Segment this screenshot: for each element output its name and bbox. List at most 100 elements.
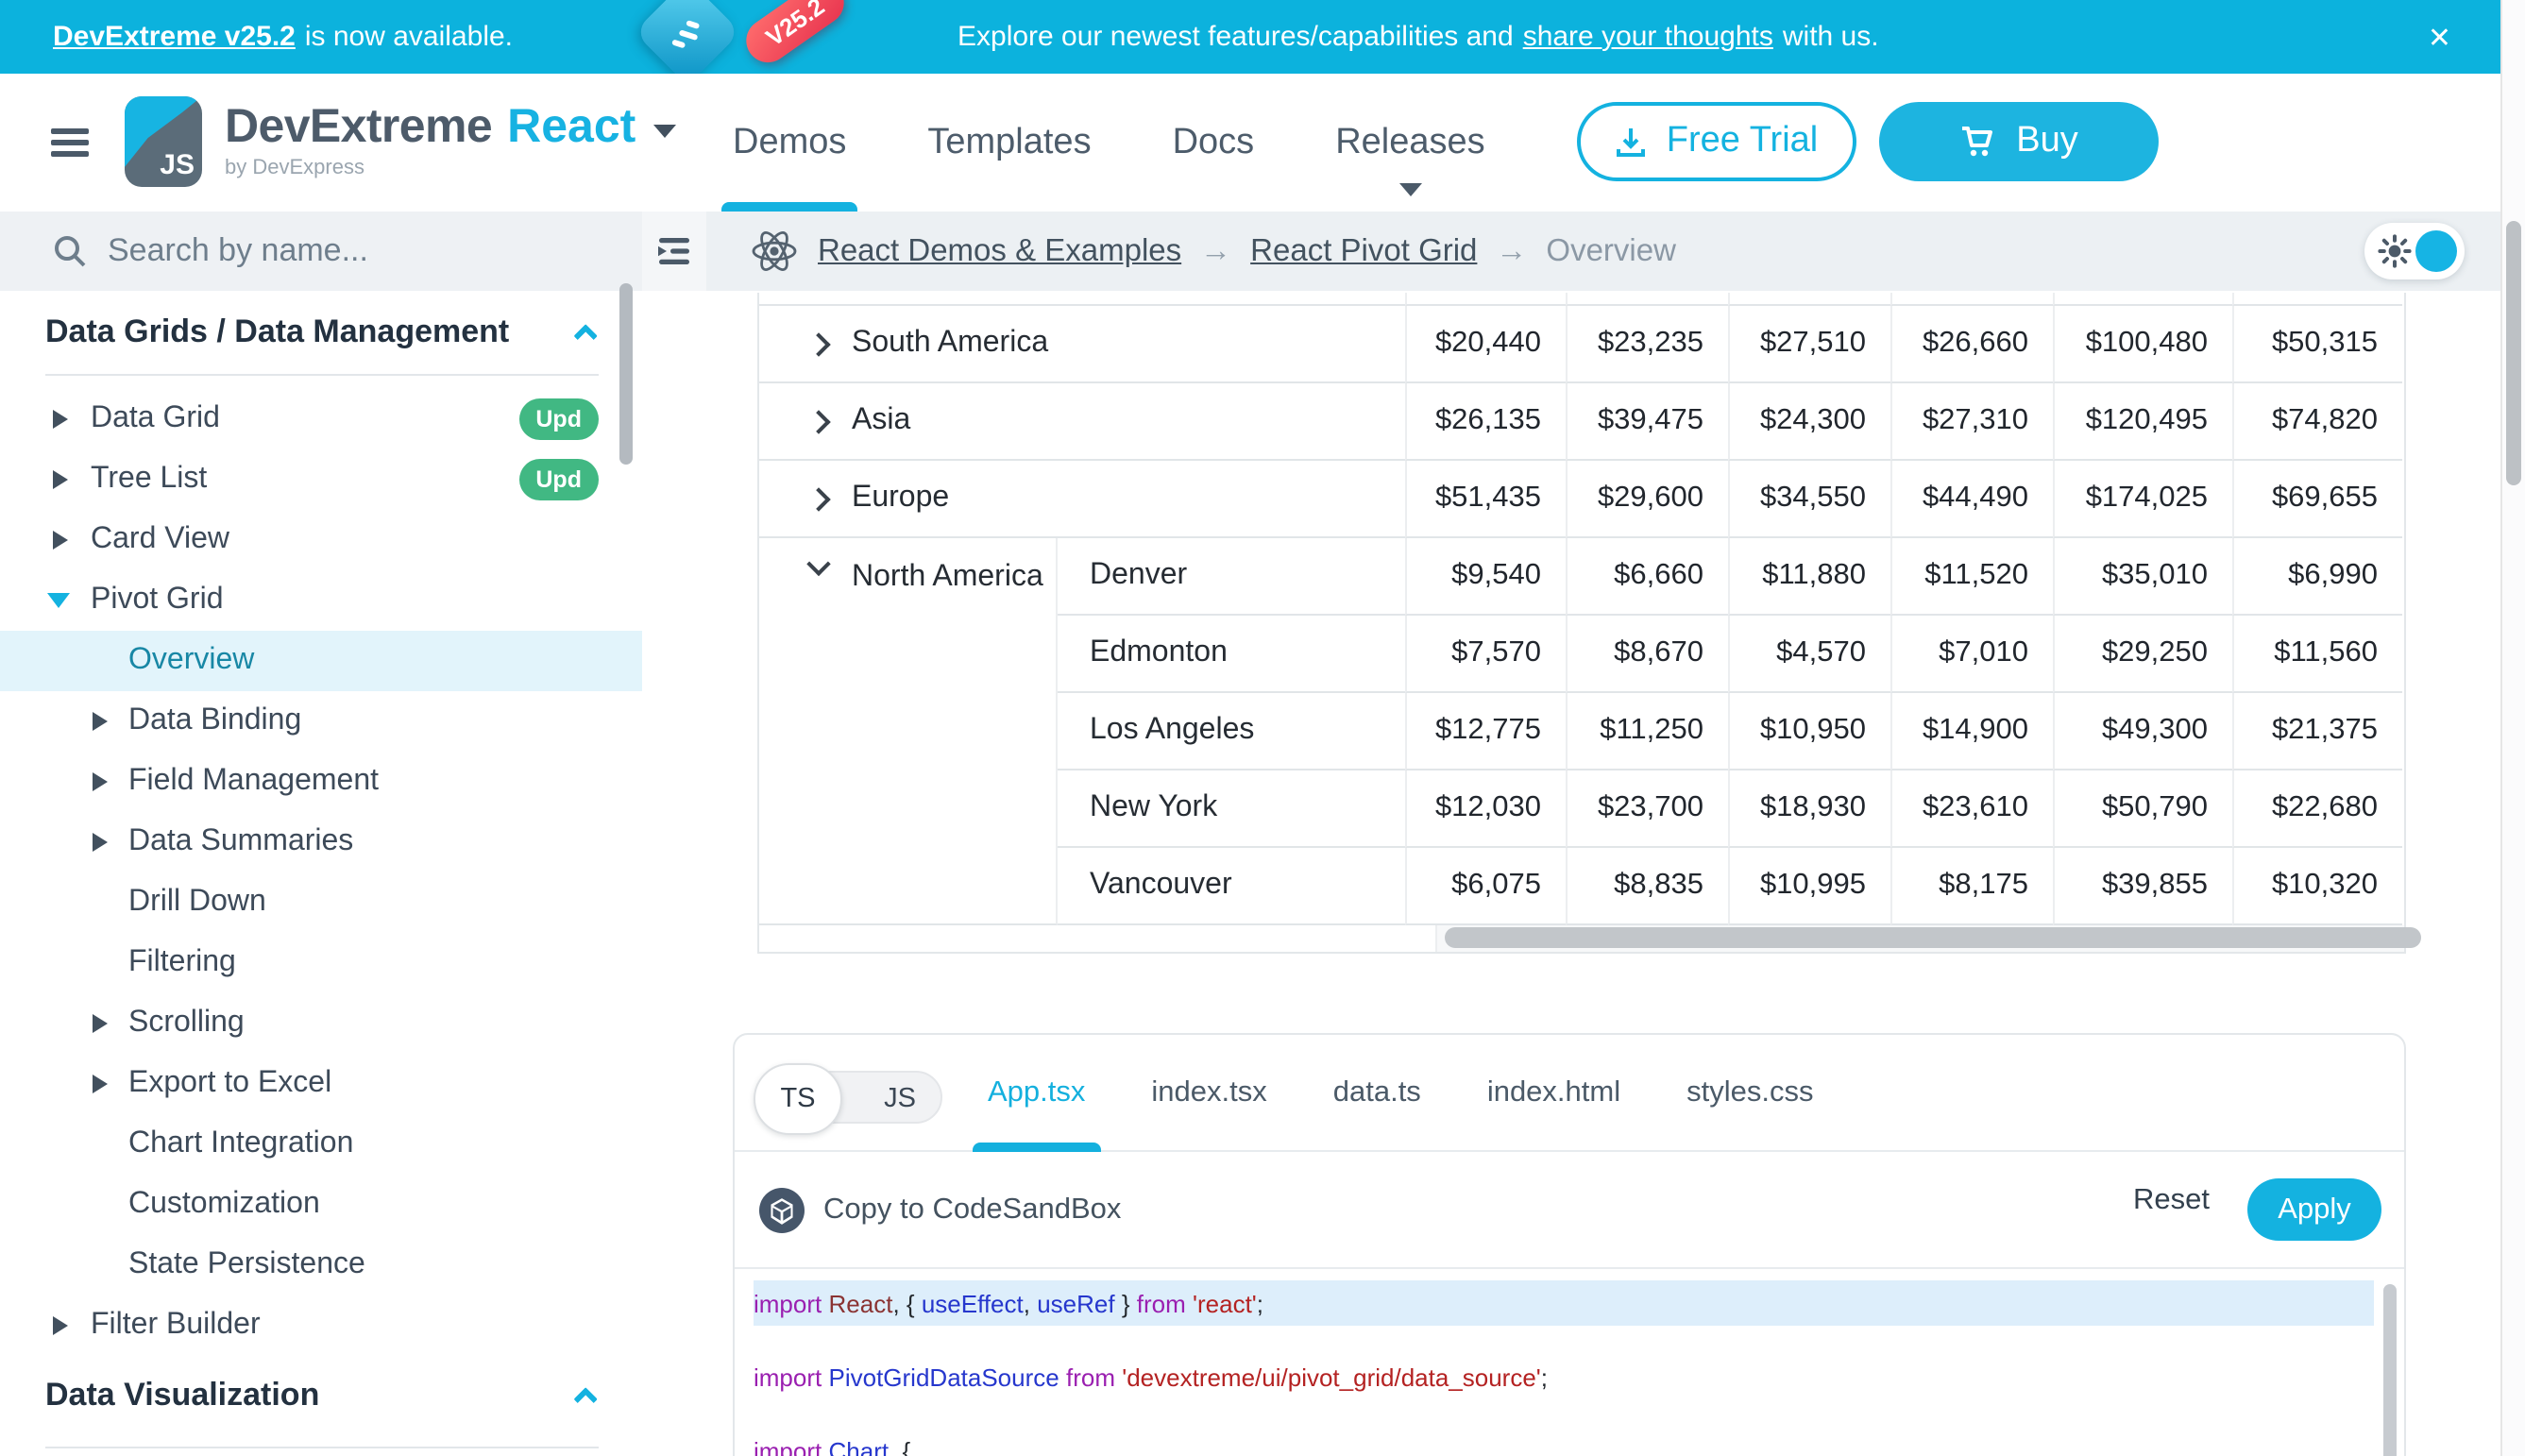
chevron-down-icon[interactable] — [652, 125, 675, 138]
sidebar-item-label: Card View — [91, 523, 229, 557]
code-tab-index-html[interactable]: index.html — [1487, 1035, 1620, 1152]
updated-badge: Upd — [518, 398, 599, 440]
pivot-region-row[interactable]: Asia — [759, 383, 1405, 461]
pivot-city-cell: Vancouver — [1058, 848, 1405, 925]
language-ts-option[interactable]: TS — [754, 1063, 842, 1135]
share-thoughts-link[interactable]: share your thoughts — [1523, 21, 1773, 53]
sidebar-item-state-persistence[interactable]: State Persistence — [0, 1235, 642, 1295]
pivot-value-cell: $11,520 — [1890, 538, 2053, 616]
language-js-option[interactable]: JS — [884, 1073, 916, 1126]
pivot-value-cell: $174,025 — [2053, 461, 2232, 538]
language-toggle[interactable]: TS JS — [755, 1071, 942, 1124]
sidebar-item-filter-builder[interactable]: Filter Builder — [0, 1295, 642, 1356]
collapse-sidebar-button[interactable] — [642, 212, 706, 291]
pivot-region-row[interactable]: Europe — [759, 461, 1405, 538]
code-tab-App-tsx[interactable]: App.tsx — [988, 1035, 1085, 1152]
copy-to-codesandbox-button[interactable]: Copy to CodeSandBox — [759, 1188, 1121, 1233]
pivot-region-label: North America — [852, 561, 1043, 595]
sidebar-item-customization[interactable]: Customization — [0, 1175, 642, 1235]
pivot-grid-demo: South America$20,440$23,235$27,510$26,66… — [757, 293, 2406, 954]
code-tab-styles-css[interactable]: styles.css — [1686, 1035, 1813, 1152]
triangle-right-icon — [93, 712, 108, 731]
code-line: import PivotGridDataSource from 'devextr… — [754, 1354, 2404, 1399]
pivot-value-cell: $50,315 — [2232, 306, 2402, 383]
section-data-visualization[interactable]: Data Visualization — [45, 1365, 597, 1426]
free-trial-button[interactable]: Free Trial — [1577, 102, 1856, 181]
breadcrumb: React Demos & Examples → React Pivot Gri… — [750, 212, 1676, 291]
pivot-value-cell — [1405, 293, 1566, 306]
reset-button[interactable]: Reset — [2122, 1182, 2221, 1220]
pivot-value-cell: $14,900 — [1890, 693, 2053, 770]
breadcrumb-pivot-grid-link[interactable]: React Pivot Grid — [1250, 233, 1477, 269]
code-line: import React, { useEffect, useRef } from… — [754, 1280, 2374, 1326]
expand-row-icon[interactable] — [806, 331, 830, 355]
expand-row-icon[interactable] — [806, 486, 830, 510]
pivot-region-row[interactable]: South America — [759, 306, 1405, 383]
pivot-city-cell: Denver — [1058, 538, 1405, 616]
code-tabs-row: TS JS App.tsx index.tsx data.ts index.html s… — [735, 1035, 2404, 1152]
nav-item-docs[interactable]: Docs — [1173, 74, 1255, 212]
sun-icon — [2378, 234, 2412, 268]
pivot-value-cell: $11,560 — [2232, 616, 2402, 693]
sidebar-item-data-binding[interactable]: Data Binding — [0, 691, 642, 752]
theme-toggle[interactable] — [2364, 223, 2465, 279]
sidebar-item-overview[interactable]: Overview — [0, 631, 642, 691]
banner-close-icon[interactable]: ✕ — [2416, 0, 2463, 74]
sidebar-item-data-grid[interactable]: Data GridUpd — [0, 389, 642, 449]
sidebar-item-drill-down[interactable]: Drill Down — [0, 872, 642, 933]
sidebar-item-pivot-grid[interactable]: Pivot Grid — [0, 570, 642, 631]
pivot-region-label: Asia — [852, 404, 910, 438]
apply-button[interactable]: Apply — [2247, 1178, 2381, 1241]
sidebar-scrollbar-thumb[interactable] — [619, 283, 633, 465]
code-tab-index-tsx[interactable]: index.tsx — [1151, 1035, 1266, 1152]
sidebar-item-tree-list[interactable]: Tree ListUpd — [0, 449, 642, 510]
search-input[interactable] — [104, 230, 576, 272]
sidebar-item-label: Field Management — [128, 765, 379, 799]
sidebar-item-chart-integration[interactable]: Chart Integration — [0, 1114, 642, 1175]
code-tab-data-ts[interactable]: data.ts — [1333, 1035, 1421, 1152]
nav-item-templates[interactable]: Templates — [927, 74, 1091, 212]
sidebar-item-export-to-excel[interactable]: Export to Excel — [0, 1054, 642, 1114]
arrow-right-icon: → — [1200, 233, 1231, 269]
pivot-value-cell — [1566, 293, 1728, 306]
nav-item-releases[interactable]: Releases — [1335, 74, 1484, 212]
code-editor[interactable]: import React, { useEffect, useRef } from… — [735, 1269, 2404, 1456]
framework-selector[interactable]: React — [507, 100, 635, 155]
devextreme-logo[interactable]: JS DevExtreme React by DevExpress — [125, 96, 675, 187]
pivot-value-cell: $22,680 — [2232, 770, 2402, 848]
pivot-value-cell: $10,320 — [2232, 848, 2402, 925]
logo-text: DevExtreme React by DevExpress — [225, 96, 675, 187]
pivot-value-cell: $26,135 — [1405, 383, 1566, 461]
pivot-value-cell: $39,475 — [1566, 383, 1728, 461]
sidebar-item-filtering[interactable]: Filtering — [0, 933, 642, 993]
pivot-value-cell: $26,660 — [1890, 306, 2053, 383]
sidebar-item-field-management[interactable]: Field Management — [0, 752, 642, 812]
sidebar-item-label: Customization — [128, 1188, 320, 1222]
triangle-down-icon — [47, 593, 70, 608]
pivot-region-row-expanded[interactable]: North America — [759, 538, 1058, 925]
pivot-value-cell: $39,855 — [2053, 848, 2232, 925]
cart-icon — [1959, 125, 1995, 159]
section-data-grids[interactable]: Data Grids / Data Management — [45, 302, 597, 363]
pivot-value-cell: $7,570 — [1405, 616, 1566, 693]
pivot-value-cell: $74,820 — [2232, 383, 2402, 461]
pivot-value-cell: $23,610 — [1890, 770, 2053, 848]
sidebar-item-label: Chart Integration — [128, 1127, 353, 1161]
pivot-hscrollbar-thumb[interactable] — [1445, 927, 2421, 948]
pivot-city-cell: New York — [1058, 770, 1405, 848]
pivot-value-cell: $21,375 — [2232, 693, 2402, 770]
pivot-value-cell: $120,495 — [2053, 383, 2232, 461]
pivot-value-cell: $9,540 — [1405, 538, 1566, 616]
breadcrumb-bar: React Demos & Examples → React Pivot Gri… — [642, 212, 2500, 291]
breadcrumb-demos-link[interactable]: React Demos & Examples — [818, 233, 1181, 269]
hamburger-menu-icon[interactable] — [51, 128, 89, 157]
collapse-row-icon[interactable] — [806, 552, 830, 576]
expand-row-icon[interactable] — [806, 409, 830, 432]
sidebar-item-scrolling[interactable]: Scrolling — [0, 993, 642, 1054]
banner-version-link[interactable]: DevExtreme v25.2 — [53, 21, 296, 53]
sidebar-item-card-view[interactable]: Card View — [0, 510, 642, 570]
buy-button[interactable]: Buy — [1879, 102, 2159, 181]
nav-item-demos[interactable]: Demos — [733, 74, 846, 212]
page-scrollbar-thumb[interactable] — [2506, 221, 2521, 485]
sidebar-item-data-summaries[interactable]: Data Summaries — [0, 812, 642, 872]
